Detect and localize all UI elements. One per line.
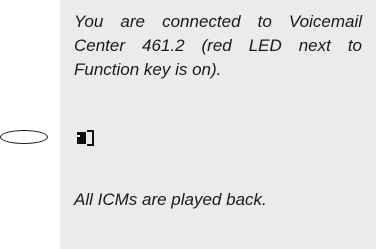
- instruction-panel: You are connected to Voicemail Center 46…: [60, 0, 376, 249]
- connected-message: You are connected to Voicemail Center 46…: [74, 12, 362, 79]
- oval-key-button-icon: [0, 130, 48, 144]
- speaker-icon: [77, 130, 94, 146]
- played-back-message: All ICMs are played back.: [74, 190, 267, 209]
